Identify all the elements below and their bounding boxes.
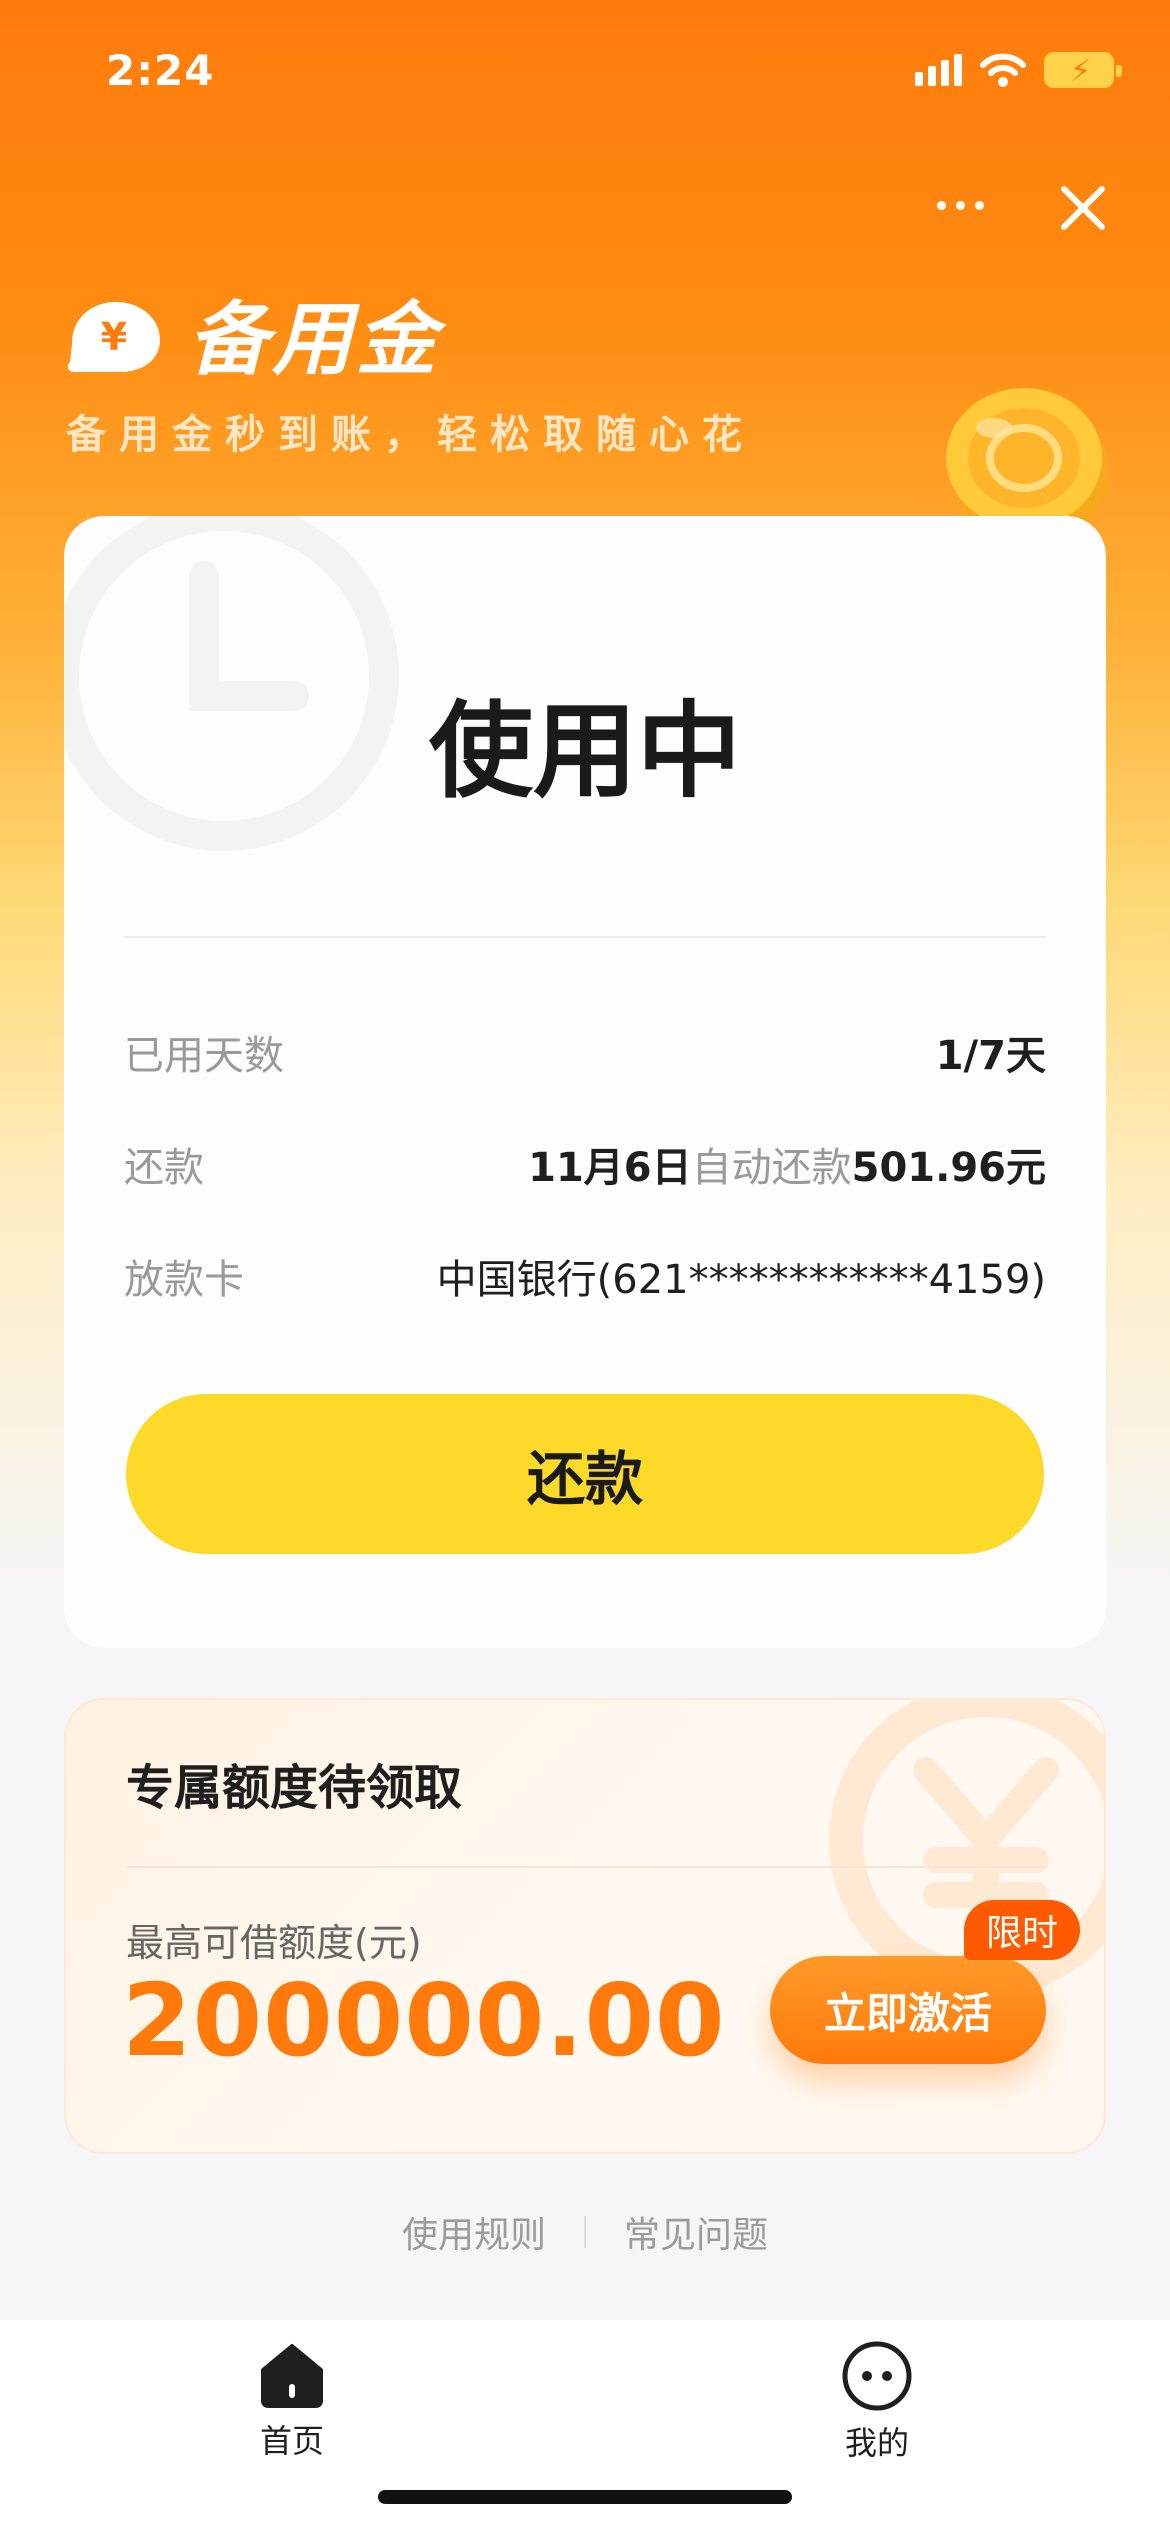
faq-link[interactable]: 常见问题 xyxy=(624,2206,768,2258)
more-options-button[interactable] xyxy=(920,180,1000,230)
auto-repay-text: 自动还款 xyxy=(691,1145,852,1191)
brand-title: 备用金 xyxy=(188,293,440,386)
home-indicator xyxy=(378,2490,792,2504)
close-icon[interactable] xyxy=(1050,175,1116,241)
divider xyxy=(124,936,1046,938)
repayment-date: 11月6日 xyxy=(528,1145,692,1191)
repay-button[interactable]: 还款 xyxy=(126,1394,1044,1554)
disbursement-card-label: 放款卡 xyxy=(124,1257,244,1303)
usage-rules-link[interactable]: 使用规则 xyxy=(402,2206,546,2258)
exclusive-quota-card: 专属额度待领取 最高可借额度(元) 200000.00 立即激活 xyxy=(64,1698,1106,2154)
divider xyxy=(126,1866,1048,1868)
footer-links: 使用规则 常见问题 xyxy=(0,2206,1170,2258)
cellular-signal-icon xyxy=(915,54,962,86)
quota-title: 专属额度待领取 xyxy=(126,1760,463,1816)
limited-time-badge: 限时 xyxy=(964,1900,1081,1960)
status-icons: ⚡ xyxy=(915,52,1122,89)
disbursement-card-row: 放款卡 中国银行(621************4159) xyxy=(124,1246,1046,1306)
days-used-value: 1/7天 xyxy=(935,1033,1046,1079)
activate-now-button[interactable]: 立即激活 xyxy=(770,1956,1046,2064)
max-borrow-label: 最高可借额度(元) xyxy=(126,1921,422,1965)
disbursement-card-value: 中国银行(621************4159) xyxy=(436,1257,1046,1303)
repayment-row: 还款 11月6日自动还款501.96元 xyxy=(124,1134,1046,1194)
brand-logo-icon: ¥ xyxy=(67,302,160,372)
battery-charging-icon: ⚡ xyxy=(1044,52,1122,89)
home-icon xyxy=(261,2344,323,2408)
brand-logo-glyph: ¥ xyxy=(101,315,127,359)
tab-home-label: 首页 xyxy=(259,2422,324,2460)
repayment-amount: 501.96元 xyxy=(851,1145,1046,1191)
days-used-row: 已用天数 1/7天 xyxy=(124,1022,1046,1082)
link-separator xyxy=(584,2216,586,2248)
days-used-label: 已用天数 xyxy=(124,1033,284,1079)
repayment-value: 11月6日自动还款501.96元 xyxy=(528,1135,1046,1193)
profile-face-icon xyxy=(842,2341,912,2411)
loan-status-card: 使用中 已用天数 1/7天 还款 11月6日自动还款501.96元 放款卡 中国… xyxy=(64,516,1106,1648)
brand-subtitle: 备用金秒到账，轻松取随心花 xyxy=(66,412,755,458)
repayment-label: 还款 xyxy=(124,1145,204,1191)
status-time: 2:24 xyxy=(106,46,215,95)
wifi-icon xyxy=(980,53,1026,87)
max-borrow-amount: 200000.00 xyxy=(122,1962,726,2079)
loan-state-title: 使用中 xyxy=(428,690,741,812)
tab-home[interactable]: 首页 xyxy=(212,2340,372,2462)
tab-mine[interactable]: 我的 xyxy=(797,2340,957,2464)
tab-mine-label: 我的 xyxy=(844,2424,909,2462)
